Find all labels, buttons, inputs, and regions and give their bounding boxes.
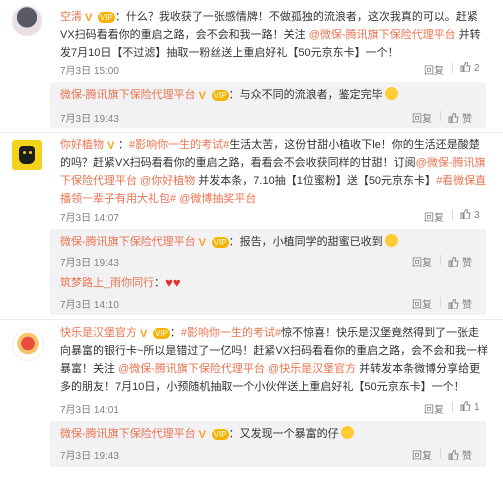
timestamp: 7月3日 14:10: [60, 300, 119, 311]
verified-icon: V: [107, 140, 115, 152]
thumb-up-icon: [460, 401, 471, 411]
reply-meta: 7月3日 14:10 回复 赞: [60, 296, 480, 311]
comment-author[interactable]: 空清: [60, 11, 82, 23]
reply-box: 微保-腾讯旗下保险代理平台 V VIP ：与众不同的流浪者，鉴定完毕 7月3日 19:…: [50, 82, 486, 128]
divider: [452, 402, 453, 412]
verified-icon: V: [198, 429, 207, 441]
wink-emoji-icon: [384, 234, 398, 247]
verified-icon: V: [198, 90, 207, 102]
verified-icon: V: [85, 12, 93, 24]
vip-badge-icon: VIP: [211, 90, 229, 101]
reply-author[interactable]: 微保-腾讯旗下保险代理平台: [60, 428, 196, 440]
divider: [0, 132, 503, 133]
smug-emoji-icon: [340, 426, 354, 439]
reply-button[interactable]: 回复: [424, 209, 444, 224]
comment-author[interactable]: 你好植物: [60, 139, 104, 151]
reply-box: 微保-腾讯旗下保险代理平台 V VIP ：报告，小植同学的甜蜜已收到 7月3日 19:…: [50, 229, 486, 315]
timestamp: 7月3日 15:00: [60, 66, 119, 77]
like-button[interactable]: 3: [460, 209, 480, 221]
avatar[interactable]: [12, 329, 44, 361]
avatar[interactable]: [12, 140, 42, 170]
smile-emoji-icon: [384, 87, 398, 100]
reply-meta: 7月3日 19:43 回复 赞: [60, 254, 480, 269]
like-button[interactable]: 赞: [448, 110, 472, 125]
vip-badge-icon: VIP: [211, 429, 229, 440]
mention-link[interactable]: @微博抽奖平台: [179, 193, 256, 205]
divider: [0, 319, 503, 320]
reply-button[interactable]: 回复: [412, 254, 432, 269]
comment-meta: 7月3日 15:00 回复 2: [60, 62, 486, 77]
divider: [440, 255, 441, 265]
like-button[interactable]: 2: [460, 62, 480, 74]
reply-author[interactable]: 筑梦路上_雨你同行: [60, 277, 154, 289]
divider: [452, 63, 453, 73]
thumb-up-icon: [448, 257, 459, 267]
like-count: 3: [474, 210, 480, 221]
reply-button[interactable]: 回复: [424, 62, 444, 77]
reply-text: 微保-腾讯旗下保险代理平台 V VIP ：又发现一个暴富的仔: [60, 426, 480, 442]
topic-link[interactable]: #影响你一生的考试#: [129, 139, 229, 151]
vip-badge-icon: VIP: [153, 328, 170, 339]
thumb-up-icon: [448, 113, 459, 123]
avatar[interactable]: [12, 6, 42, 36]
reply-button[interactable]: 回复: [412, 296, 432, 311]
reply-meta: 7月3日 19:43 回复 赞: [60, 447, 480, 462]
comment-text: 你好植物 V ：#影响你一生的考试#生活太苦，这份甘甜小植收下le！你的生活还是酸楚…: [60, 139, 487, 205]
timestamp: 7月3日 14:07: [60, 213, 119, 224]
reply-meta: 7月3日 19:43 回复 赞: [60, 110, 480, 125]
reply-button[interactable]: 回复: [412, 447, 432, 462]
reply-author[interactable]: 微保-腾讯旗下保险代理平台: [60, 236, 196, 248]
reply-button[interactable]: 回复: [424, 401, 444, 416]
comment-author[interactable]: 快乐是汉堡官方: [60, 327, 137, 339]
reply-button[interactable]: 回复: [412, 110, 432, 125]
comment-meta: 7月3日 14:01 回复 1: [60, 401, 486, 416]
reply-text: 筑梦路上_雨你同行：♥♥: [60, 275, 181, 290]
vip-badge-icon: VIP: [98, 12, 115, 23]
divider: [440, 111, 441, 121]
reply-box: 微保-腾讯旗下保险代理平台 V VIP ：又发现一个暴富的仔 7月3日 19:43 回…: [50, 421, 486, 467]
like-button[interactable]: 1: [460, 401, 480, 413]
thumb-up-icon: [460, 209, 471, 219]
divider: [440, 448, 441, 458]
mention-link[interactable]: @微保-腾讯旗下保险代理平台 @快乐是汉堡官方: [118, 363, 356, 375]
vip-badge-icon: VIP: [211, 237, 229, 248]
like-count: 1: [474, 402, 480, 413]
comment-text: 空清 V VIP ：什么？我收获了一张感情牌！不做孤独的流浪者，这次我真的可以。赶紧V…: [60, 11, 481, 59]
divider: [440, 297, 441, 307]
divider: [452, 210, 453, 220]
thumb-up-icon: [448, 450, 459, 460]
heart-icon: ♥♥: [165, 275, 181, 290]
timestamp: 7月3日 19:43: [60, 114, 119, 125]
like-button[interactable]: 赞: [448, 447, 472, 462]
timestamp: 7月3日 14:01: [60, 405, 119, 416]
timestamp: 7月3日 19:43: [60, 258, 119, 269]
reply-text: 微保-腾讯旗下保险代理平台 V VIP ：报告，小植同学的甜蜜已收到: [60, 234, 480, 250]
mention-link[interactable]: @微保-腾讯旗下保险代理平台: [309, 29, 456, 41]
reply-author[interactable]: 微保-腾讯旗下保险代理平台: [60, 89, 196, 101]
like-button[interactable]: 赞: [448, 296, 472, 311]
timestamp: 7月3日 19:43: [60, 451, 119, 462]
comment-meta: 7月3日 14:07 回复 3: [60, 209, 486, 224]
like-count: 2: [474, 63, 480, 74]
verified-icon: V: [198, 237, 207, 249]
thumb-up-icon: [448, 299, 459, 309]
thumb-up-icon: [460, 62, 471, 72]
verified-icon: V: [140, 328, 148, 340]
comment-text: 快乐是汉堡官方 V VIP ：#影响你一生的考试#惊不惊喜！快乐是汉堡竟然得到了一张走…: [60, 327, 489, 393]
like-button[interactable]: 赞: [448, 254, 472, 269]
topic-link[interactable]: #影响你一生的考试#: [181, 327, 281, 339]
reply-text: 微保-腾讯旗下保险代理平台 V VIP ：与众不同的流浪者，鉴定完毕: [60, 87, 480, 103]
